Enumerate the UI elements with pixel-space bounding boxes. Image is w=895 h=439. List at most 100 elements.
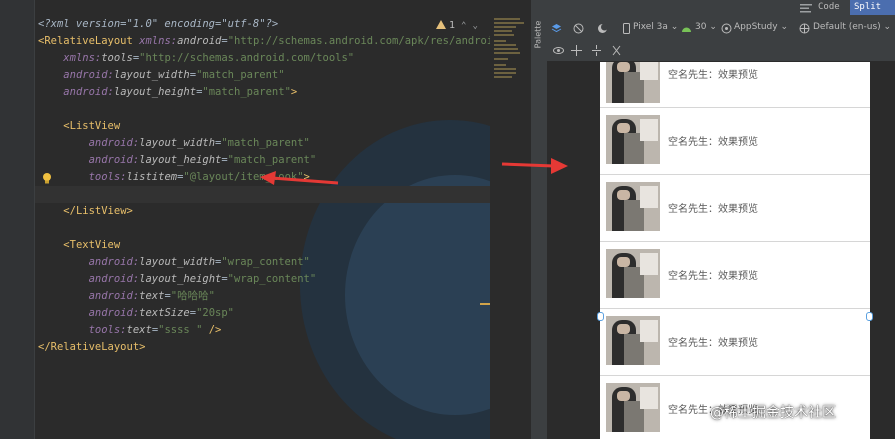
code-token: android: [63, 86, 114, 98]
code-token: android: [88, 273, 140, 285]
code-token: layout_width [139, 137, 216, 149]
code-line[interactable]: android:layout_width="wrap_content" [38, 254, 310, 271]
code-token: <?xml version="1.0" encoding="utf-8"?> [38, 18, 279, 30]
code-token: android: [88, 256, 140, 268]
code-line[interactable]: android:layout_width="match_parent" [38, 67, 284, 84]
selection-handle-right[interactable] [866, 312, 873, 321]
code-token: android: [88, 137, 140, 149]
code-token: layout_height [139, 273, 222, 285]
device-selector[interactable]: Pixel 3a ⌄ [633, 22, 678, 32]
code-view-tab[interactable]: Code [818, 2, 840, 12]
code-token: "match_parent" [227, 154, 317, 166]
palette-tab[interactable]: Palette [534, 20, 543, 50]
code-token: <ListView [63, 120, 121, 132]
code-token: "20sp" [196, 307, 234, 319]
code-line[interactable]: android:layout_height="match_parent"> [38, 84, 297, 101]
code-line[interactable]: android:textSize="20sp" [38, 305, 234, 322]
code-token: xmlns: [63, 52, 102, 64]
no-design-icon[interactable] [573, 23, 584, 34]
minimap-line [494, 52, 520, 54]
minimap-line [494, 44, 516, 46]
chevron-up-icon[interactable]: ⌃ [461, 21, 466, 31]
chevron-down-icon[interactable]: ⌄ [472, 21, 477, 31]
item-image [606, 115, 660, 164]
eye-icon[interactable] [553, 45, 564, 56]
device-preview[interactable]: 空名先生：效果预览 空名先生：效果预览 空名先生：效果预览 空名先生：效果预览 … [600, 62, 870, 439]
code-line[interactable]: android:layout_height="wrap_content" [38, 271, 317, 288]
api-level: 30 [695, 22, 707, 32]
minimap-line [494, 48, 518, 50]
code-token: xmlns: [139, 35, 178, 47]
night-mode-icon[interactable] [597, 23, 608, 34]
code-line[interactable]: android:text="哈哈哈" [38, 288, 215, 305]
android-api-icon[interactable] [681, 23, 692, 34]
watermark-credit: @稀土掘金技术社区 [710, 405, 836, 421]
minimap-line [494, 72, 516, 74]
warning-indicator[interactable]: 1 ⌃ ⌄ [436, 20, 478, 31]
list-item[interactable]: 空名先生：效果预览 [600, 174, 870, 242]
item-image [606, 182, 660, 231]
minimap-line [494, 18, 520, 20]
code-token: layout_width [139, 256, 216, 268]
minimap-line [494, 22, 524, 24]
code-line[interactable]: android:layout_height="match_parent" [38, 152, 317, 169]
layout-editor-subtoolbar [547, 41, 895, 62]
list-item[interactable]: 空名先生：效果预览 [600, 308, 870, 376]
code-token: "wrap_content" [221, 256, 310, 268]
warning-icon [436, 20, 446, 29]
code-line[interactable]: xmlns:tools="http://schemas.android.com/… [38, 50, 354, 67]
minimap-line [494, 58, 508, 60]
theme-selector[interactable]: AppStudy ⌄ [734, 22, 788, 32]
annotation-arrow-left [260, 171, 339, 185]
theme-icon[interactable] [721, 23, 732, 34]
code-token: layout_height [139, 154, 222, 166]
item-image [606, 316, 660, 365]
layers-icon[interactable] [551, 23, 562, 34]
code-line[interactable]: </ListView> [38, 203, 133, 220]
margin-icon[interactable] [591, 45, 602, 56]
selection-handle-left[interactable] [597, 312, 604, 321]
locale-selector[interactable]: Default (en-us) ⌄ [813, 22, 891, 32]
code-line[interactable]: </RelativeLayout> [38, 339, 145, 356]
code-line[interactable]: tools:text="ssss " /> [38, 322, 222, 339]
editor-minimap[interactable] [490, 0, 530, 439]
device-icon[interactable] [621, 23, 632, 34]
api-selector[interactable]: 30 ⌄ [695, 22, 717, 32]
code-token: layout_height [113, 86, 197, 98]
code-line[interactable]: <?xml version="1.0" encoding="utf-8"?> [38, 16, 278, 33]
code-token: text [139, 290, 165, 302]
code-token: "wrap_content" [227, 273, 317, 285]
device-label: Pixel 3a [633, 22, 668, 32]
code-line[interactable]: android:layout_width="match_parent" [38, 135, 310, 152]
code-token: tools: [88, 171, 127, 183]
minimap-line [494, 64, 506, 66]
code-line[interactable]: <ListView [38, 118, 120, 135]
clear-constraints-icon[interactable] [611, 45, 622, 56]
split-view-tab[interactable]: Split [850, 0, 895, 15]
layout-editor-toolbar: Pixel 3a ⌄ 30 ⌄ AppStudy ⌄ Default (en-u… [547, 17, 895, 41]
list-item[interactable]: 空名先生：效果预览 [600, 62, 870, 108]
editor-gutter[interactable] [0, 0, 35, 439]
code-token: text [126, 324, 152, 336]
list-item[interactable]: 空名先生：效果预览 [600, 107, 870, 175]
code-line[interactable]: <TextView [38, 237, 120, 254]
annotation-arrow-right [501, 158, 568, 174]
item-text: 空名先生：效果预览 [668, 271, 758, 282]
code-editor[interactable]: <?xml version="1.0" encoding="utf-8"?> <R… [0, 0, 490, 439]
code-token: "match_parent" [202, 86, 291, 98]
magnet-icon[interactable] [571, 45, 582, 56]
list-item[interactable]: 空名先生：效果预览 [600, 241, 870, 309]
lightbulb-icon[interactable] [42, 173, 52, 184]
code-line[interactable]: <RelativeLayout xmlns:android="http://sc… [38, 33, 490, 50]
palette-toolwindow-strip[interactable] [530, 0, 548, 439]
scroll-marker [480, 303, 490, 305]
minimap-line [494, 68, 516, 70]
globe-icon[interactable] [799, 23, 810, 34]
